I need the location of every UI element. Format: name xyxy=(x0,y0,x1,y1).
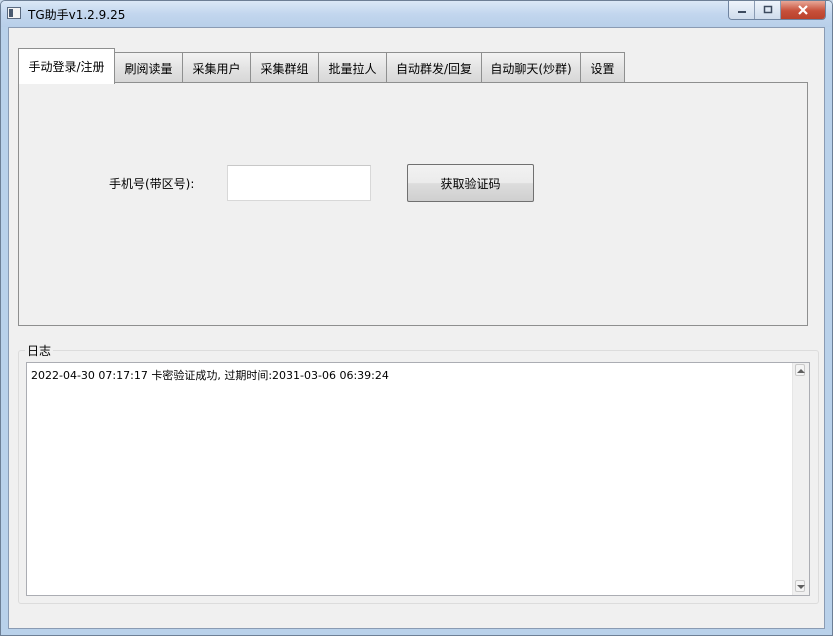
window-controls xyxy=(728,1,826,20)
tab-label: 采集用户 xyxy=(192,61,241,76)
tab-collect-groups[interactable]: 采集群组 xyxy=(250,52,319,83)
maximize-icon xyxy=(763,5,772,14)
tab-batch-invite[interactable]: 批量拉人 xyxy=(318,52,387,83)
phone-input[interactable] xyxy=(227,165,371,201)
tab-auto-chat[interactable]: 自动聊天(炒群) xyxy=(481,52,581,83)
tab-label: 自动聊天(炒群) xyxy=(490,61,572,76)
minimize-icon xyxy=(737,11,746,13)
title-bar[interactable]: TG助手v1.2.9.25 xyxy=(1,1,832,27)
client-area: 手动登录/注册 刷阅读量 采集用户 采集群组 批量拉人 自动群发/回复 自动聊天… xyxy=(8,27,825,629)
app-window: TG助手v1.2.9.25 手动登录/注册 刷阅读量 采集用户 采集群组 批量拉… xyxy=(0,0,833,636)
tab-bar: 手动登录/注册 刷阅读量 采集用户 采集群组 批量拉人 自动群发/回复 自动聊天… xyxy=(18,48,625,84)
tab-manual-login[interactable]: 手动登录/注册 xyxy=(18,48,115,84)
arrow-down-icon xyxy=(797,585,805,589)
window-title: TG助手v1.2.9.25 xyxy=(28,8,126,22)
tab-label: 刷阅读量 xyxy=(124,61,173,76)
tab-auto-broadcast[interactable]: 自动群发/回复 xyxy=(386,52,482,83)
close-icon xyxy=(798,5,808,15)
phone-label: 手机号(带区号): xyxy=(109,177,195,191)
log-legend: 日志 xyxy=(25,342,54,359)
tab-collect-users[interactable]: 采集用户 xyxy=(182,52,251,83)
log-textarea[interactable]: 2022-04-30 07:17:17 卡密验证成功, 过期时间:2031-03… xyxy=(26,362,810,596)
tab-panel-manual-login: 手机号(带区号): 获取验证码 xyxy=(18,82,808,326)
minimize-button[interactable] xyxy=(729,1,755,19)
maximize-button[interactable] xyxy=(755,1,781,19)
arrow-up-icon xyxy=(797,369,805,373)
log-scrollbar[interactable] xyxy=(792,363,809,595)
app-window-icon[interactable] xyxy=(7,7,21,19)
tab-label: 设置 xyxy=(590,61,615,76)
tab-label: 手动登录/注册 xyxy=(28,60,105,74)
scroll-down-button[interactable] xyxy=(793,579,809,595)
tab-label: 自动群发/回复 xyxy=(395,61,473,76)
tab-read-count[interactable]: 刷阅读量 xyxy=(114,52,183,83)
tab-label: 采集群组 xyxy=(260,61,309,76)
tab-label: 批量拉人 xyxy=(328,61,377,76)
tab-settings[interactable]: 设置 xyxy=(580,52,625,83)
scroll-up-button[interactable] xyxy=(793,363,809,379)
close-button[interactable] xyxy=(781,1,825,19)
get-code-button[interactable]: 获取验证码 xyxy=(407,164,534,202)
log-line: 2022-04-30 07:17:17 卡密验证成功, 过期时间:2031-03… xyxy=(31,369,389,382)
